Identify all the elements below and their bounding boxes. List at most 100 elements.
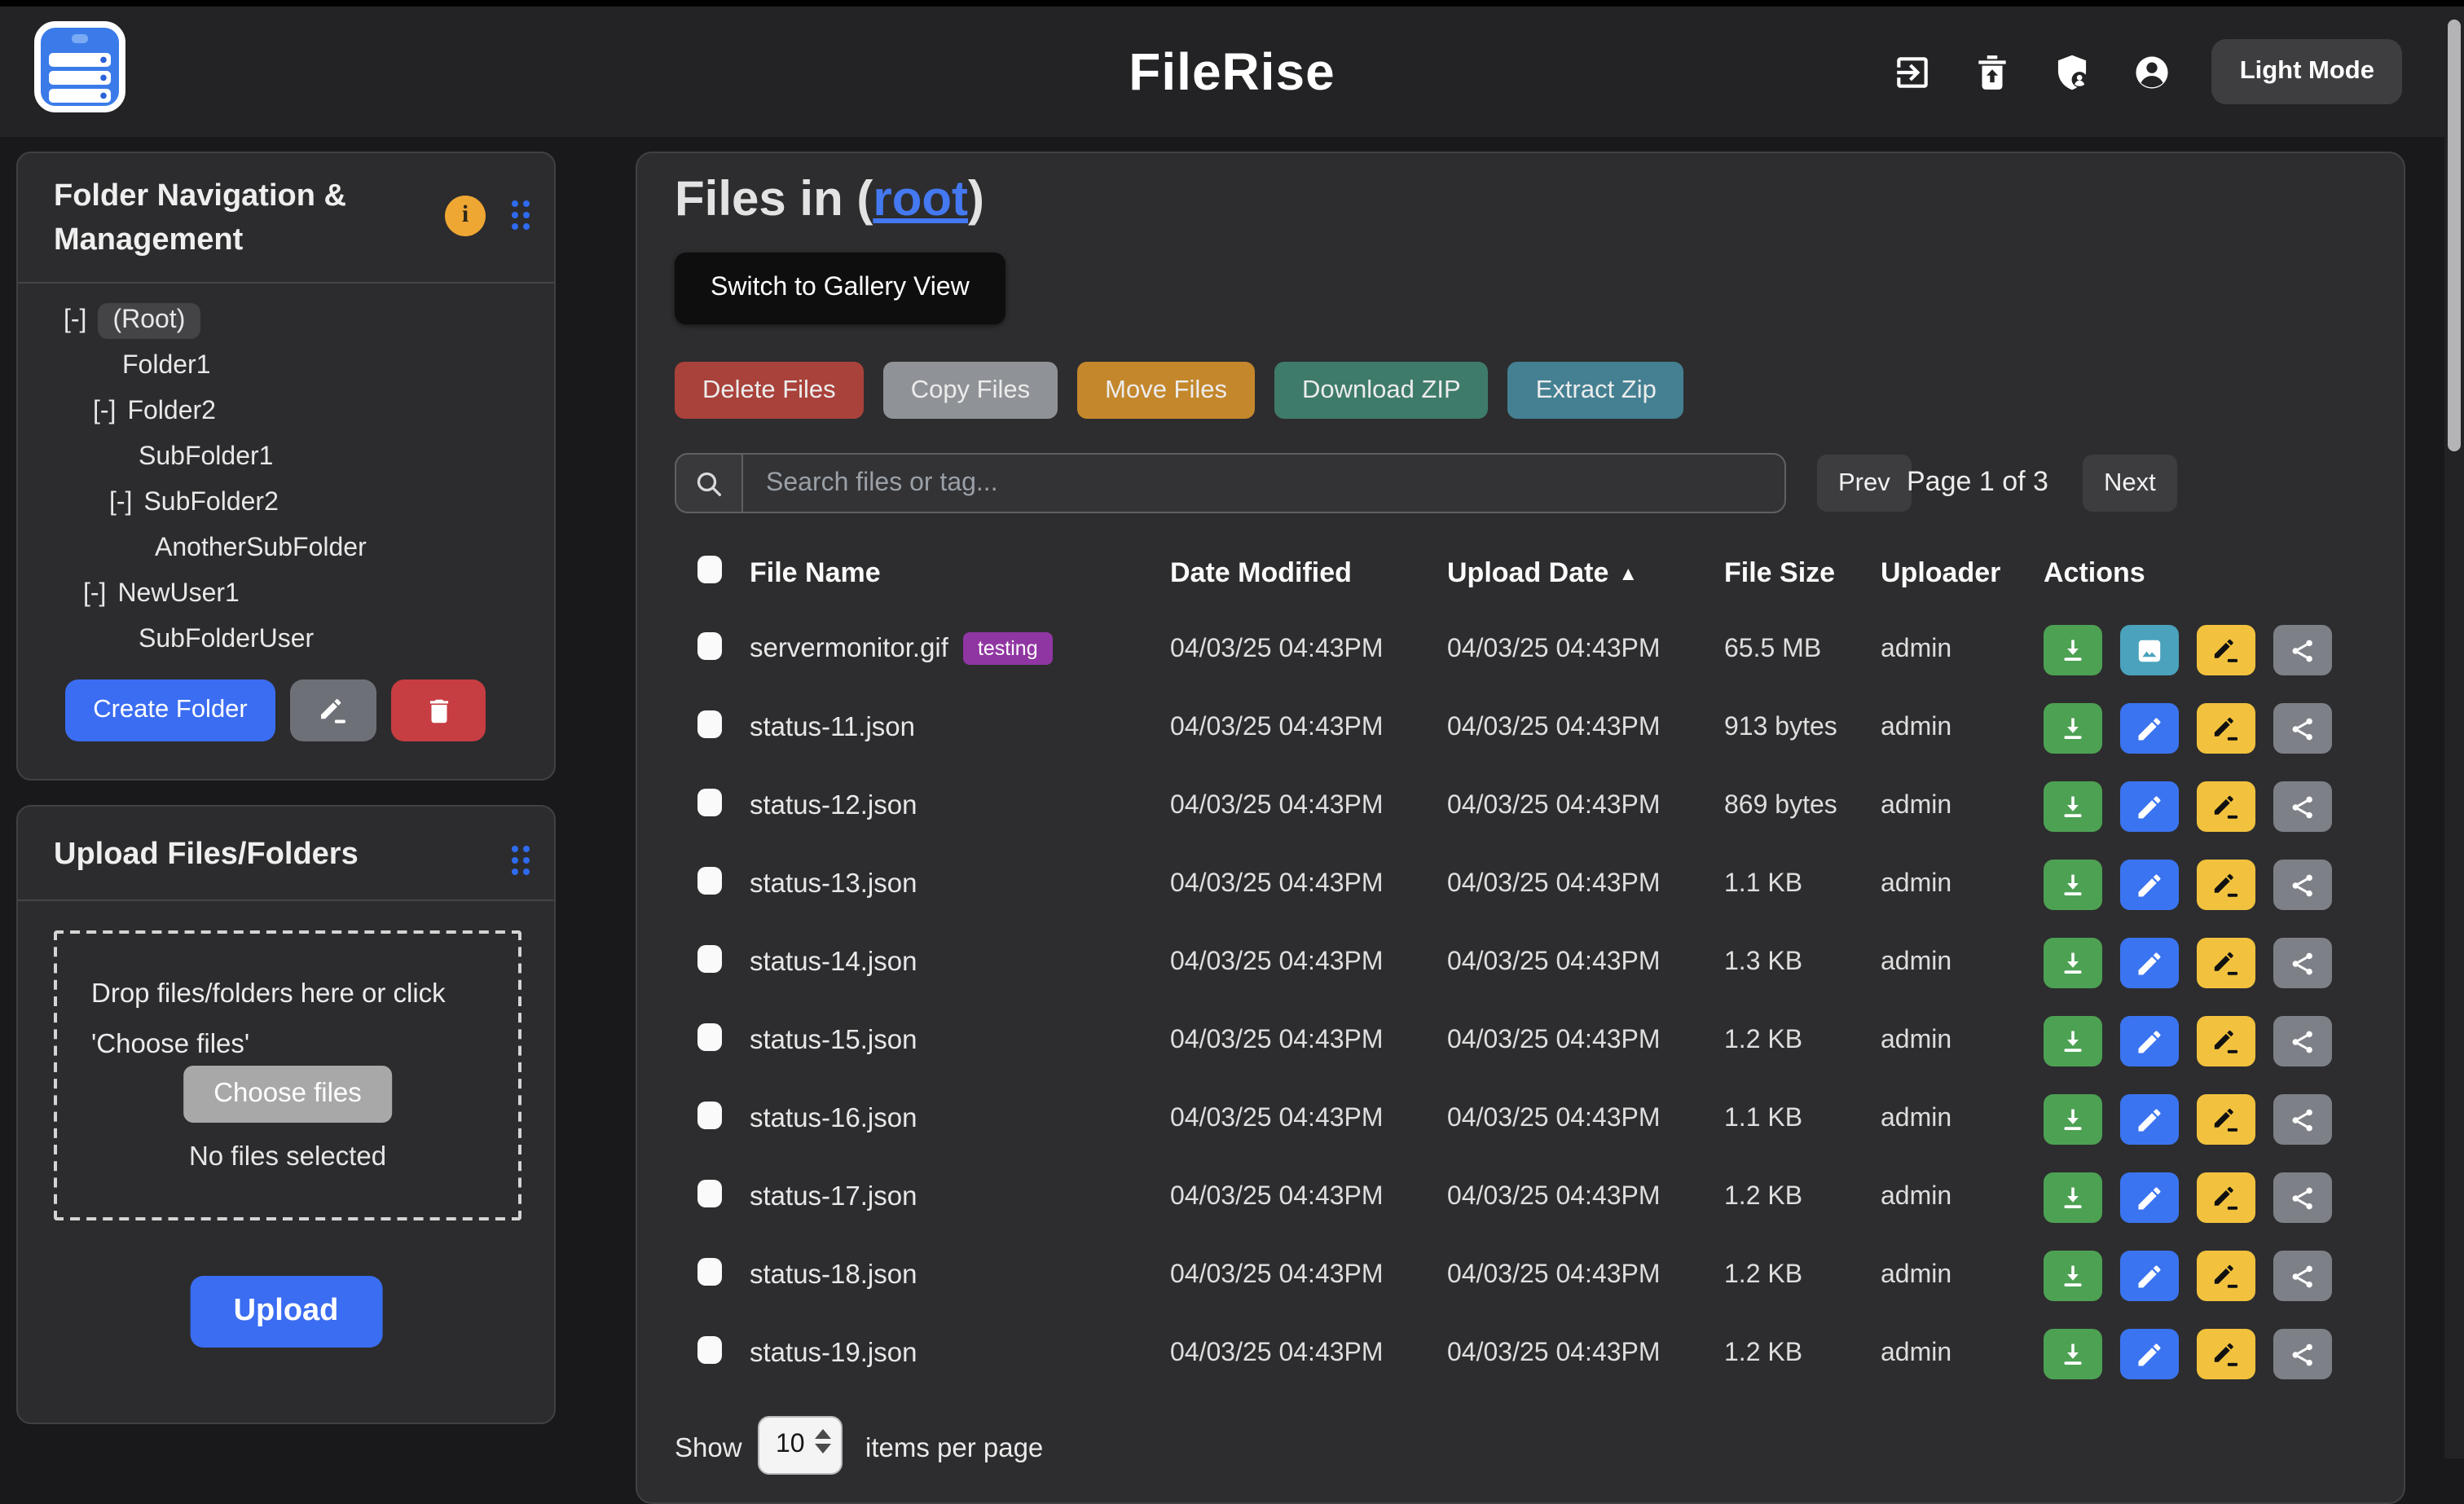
tree-toggle[interactable]: [-] bbox=[64, 306, 86, 336]
admin-shield-icon[interactable] bbox=[2053, 51, 2093, 92]
folder-name[interactable]: Folder1 bbox=[122, 352, 211, 381]
folder-tree-item[interactable]: SubFolder1 bbox=[18, 435, 554, 481]
folder-tree-item[interactable]: AnotherSubFolder bbox=[18, 526, 554, 572]
edit-file-button[interactable] bbox=[2120, 1016, 2179, 1066]
share-button[interactable] bbox=[2273, 781, 2332, 832]
share-button[interactable] bbox=[2273, 703, 2332, 754]
row-checkbox[interactable] bbox=[697, 710, 722, 738]
drag-handle-icon[interactable] bbox=[512, 200, 530, 230]
file-name[interactable]: status-11.json bbox=[750, 713, 915, 742]
move-files-button[interactable]: Move Files bbox=[1077, 362, 1255, 419]
rename-button[interactable] bbox=[2197, 703, 2255, 754]
edit-file-button[interactable] bbox=[2120, 1251, 2179, 1301]
row-checkbox[interactable] bbox=[697, 1336, 722, 1364]
rename-button[interactable] bbox=[2197, 1094, 2255, 1145]
share-button[interactable] bbox=[2273, 860, 2332, 910]
trash-restore-icon[interactable] bbox=[1973, 51, 2013, 92]
items-per-page-select[interactable]: 10 bbox=[758, 1416, 843, 1475]
column-header-date-modified[interactable]: Date Modified bbox=[1170, 557, 1352, 590]
edit-file-button[interactable] bbox=[2120, 1094, 2179, 1145]
download-button[interactable] bbox=[2044, 625, 2102, 675]
delete-files-button[interactable]: Delete Files bbox=[675, 362, 864, 419]
file-name[interactable]: status-19.json bbox=[750, 1339, 917, 1368]
edit-file-button[interactable] bbox=[2120, 938, 2179, 988]
rename-folder-button[interactable] bbox=[290, 679, 376, 741]
row-checkbox[interactable] bbox=[697, 1102, 722, 1129]
row-checkbox[interactable] bbox=[697, 1180, 722, 1207]
rename-button[interactable] bbox=[2197, 625, 2255, 675]
extract-zip-button[interactable]: Extract Zip bbox=[1508, 362, 1684, 419]
file-name[interactable]: status-12.json bbox=[750, 791, 917, 820]
rename-button[interactable] bbox=[2197, 1016, 2255, 1066]
rename-button[interactable] bbox=[2197, 1251, 2255, 1301]
image-preview-button[interactable] bbox=[2120, 625, 2179, 675]
edit-file-button[interactable] bbox=[2120, 1172, 2179, 1223]
edit-file-button[interactable] bbox=[2120, 703, 2179, 754]
download-button[interactable] bbox=[2044, 1251, 2102, 1301]
logout-icon[interactable] bbox=[1893, 51, 1934, 92]
share-button[interactable] bbox=[2273, 938, 2332, 988]
file-name[interactable]: servermonitor.gif bbox=[750, 634, 948, 663]
info-icon[interactable]: i bbox=[445, 196, 486, 236]
download-button[interactable] bbox=[2044, 1094, 2102, 1145]
folder-name[interactable]: SubFolderUser bbox=[139, 626, 314, 655]
download-button[interactable] bbox=[2044, 703, 2102, 754]
folder-tree-item[interactable]: [-] SubFolder2 bbox=[18, 481, 554, 526]
row-checkbox[interactable] bbox=[697, 867, 722, 895]
tree-toggle[interactable]: [-] bbox=[109, 489, 132, 518]
folder-name[interactable]: Folder2 bbox=[127, 398, 216, 427]
download-button[interactable] bbox=[2044, 1016, 2102, 1066]
column-header-uploader[interactable]: Uploader bbox=[1881, 557, 2000, 590]
rename-button[interactable] bbox=[2197, 1172, 2255, 1223]
folder-tree-item[interactable]: [-] NewUser1 bbox=[18, 572, 554, 618]
file-name[interactable]: status-15.json bbox=[750, 1026, 917, 1055]
rename-button[interactable] bbox=[2197, 938, 2255, 988]
drag-handle-icon[interactable] bbox=[512, 846, 530, 875]
file-name[interactable]: status-14.json bbox=[750, 948, 917, 977]
file-name[interactable]: status-13.json bbox=[750, 869, 917, 899]
select-all-checkbox[interactable] bbox=[697, 556, 722, 583]
row-checkbox[interactable] bbox=[697, 1023, 722, 1051]
edit-file-button[interactable] bbox=[2120, 860, 2179, 910]
tree-toggle[interactable]: [-] bbox=[93, 398, 116, 427]
download-button[interactable] bbox=[2044, 1172, 2102, 1223]
folder-name[interactable]: SubFolder1 bbox=[139, 443, 273, 473]
folder-name[interactable]: SubFolder2 bbox=[143, 489, 278, 518]
share-button[interactable] bbox=[2273, 1016, 2332, 1066]
delete-folder-button[interactable] bbox=[391, 679, 486, 741]
share-button[interactable] bbox=[2273, 1094, 2332, 1145]
download-button[interactable] bbox=[2044, 1329, 2102, 1379]
column-header-file-size[interactable]: File Size bbox=[1724, 557, 1835, 590]
share-button[interactable] bbox=[2273, 625, 2332, 675]
share-button[interactable] bbox=[2273, 1251, 2332, 1301]
folder-name[interactable]: NewUser1 bbox=[117, 580, 239, 609]
download-zip-button[interactable]: Download ZIP bbox=[1274, 362, 1489, 419]
row-checkbox[interactable] bbox=[697, 945, 722, 973]
copy-files-button[interactable]: Copy Files bbox=[883, 362, 1058, 419]
prev-page-button[interactable]: Prev bbox=[1817, 455, 1912, 512]
row-checkbox[interactable] bbox=[697, 789, 722, 816]
upload-button[interactable]: Upload bbox=[190, 1276, 383, 1348]
page-scrollbar-thumb[interactable] bbox=[2448, 20, 2461, 451]
light-mode-button[interactable]: Light Mode bbox=[2212, 39, 2402, 104]
edit-file-button[interactable] bbox=[2120, 781, 2179, 832]
account-icon[interactable] bbox=[2132, 51, 2173, 92]
folder-name[interactable]: AnotherSubFolder bbox=[155, 534, 367, 564]
download-button[interactable] bbox=[2044, 860, 2102, 910]
switch-gallery-view-button[interactable]: Switch to Gallery View bbox=[675, 253, 1005, 324]
tree-toggle[interactable]: [-] bbox=[83, 580, 106, 609]
row-checkbox[interactable] bbox=[697, 1258, 722, 1286]
download-button[interactable] bbox=[2044, 781, 2102, 832]
create-folder-button[interactable]: Create Folder bbox=[65, 679, 275, 741]
folder-tree-item[interactable]: [-] Folder2 bbox=[18, 389, 554, 435]
column-header-upload-date[interactable]: Upload Date▲ bbox=[1447, 557, 1638, 590]
root-folder-link[interactable]: root bbox=[873, 173, 968, 226]
folder-tree-item[interactable]: [-] (Root) bbox=[18, 298, 554, 344]
rename-button[interactable] bbox=[2197, 781, 2255, 832]
edit-file-button[interactable] bbox=[2120, 1329, 2179, 1379]
file-dropzone[interactable]: Drop files/folders here or click 'Choose… bbox=[54, 930, 521, 1220]
download-button[interactable] bbox=[2044, 938, 2102, 988]
folder-name[interactable]: (Root) bbox=[98, 303, 200, 339]
share-button[interactable] bbox=[2273, 1329, 2332, 1379]
rename-button[interactable] bbox=[2197, 860, 2255, 910]
